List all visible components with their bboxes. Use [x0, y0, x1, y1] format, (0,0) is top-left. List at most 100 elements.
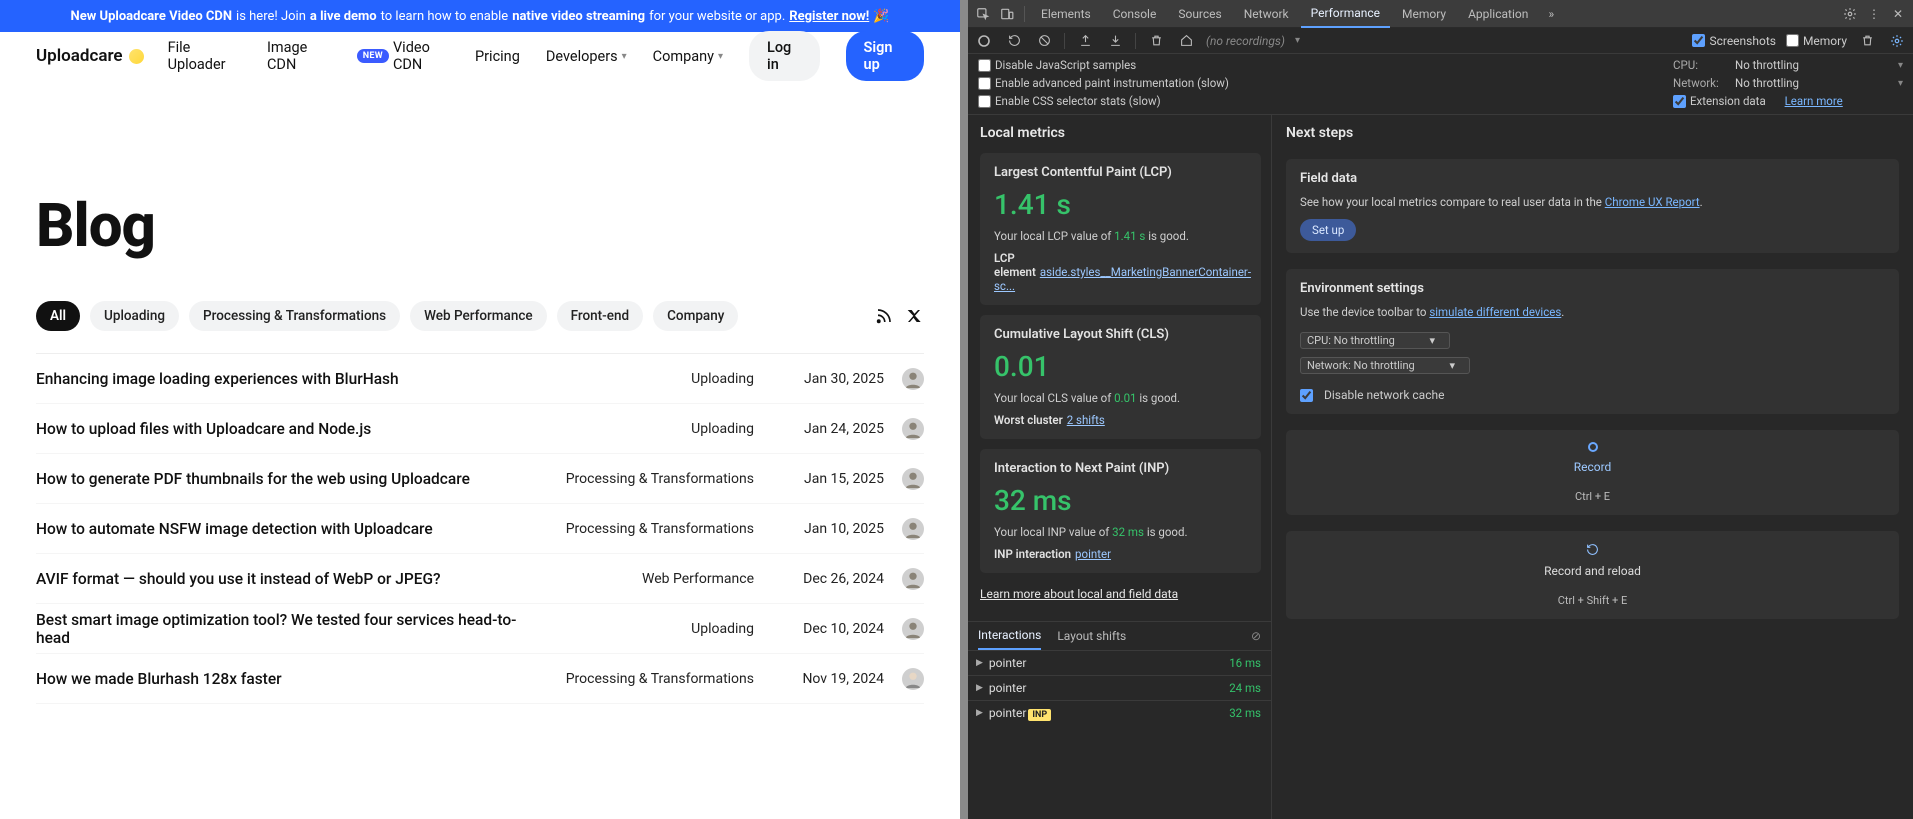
tab-network[interactable]: Network: [1234, 0, 1299, 28]
tag-frontend[interactable]: Front-end: [557, 301, 643, 331]
post-title: How to automate NSFW image detection wit…: [36, 520, 549, 538]
disable-cache-checkbox[interactable]: Disable network cache: [1300, 388, 1885, 402]
interaction-row[interactable]: ▶pointer24 ms: [968, 675, 1271, 700]
tab-console[interactable]: Console: [1103, 0, 1167, 28]
inp-value: 32 ms: [994, 484, 1247, 517]
tab-memory[interactable]: Memory: [1392, 0, 1456, 28]
site-header: Uploadcare File Uploader Image CDN NEW V…: [0, 32, 960, 80]
upload-icon[interactable]: [1075, 31, 1095, 51]
banner-text-4: to learn how to enable: [381, 9, 509, 24]
post-row[interactable]: Best smart image optimization tool? We t…: [36, 604, 924, 654]
post-row[interactable]: How to upload files with Uploadcare and …: [36, 404, 924, 454]
post-title: AVIF format — should you use it instead …: [36, 570, 549, 588]
author-avatar: [902, 368, 924, 390]
tag-all[interactable]: All: [36, 301, 80, 331]
nav-pricing[interactable]: Pricing: [475, 48, 520, 65]
lcp-name: Largest Contentful Paint (LCP): [994, 165, 1247, 180]
inp-interaction[interactable]: INP interactionpointer: [994, 547, 1247, 561]
banner-register-link[interactable]: Register now!: [789, 9, 869, 24]
extension-data-checkbox[interactable]: Extension data: [1673, 94, 1766, 108]
record-dot-icon: [1588, 442, 1598, 452]
device-toolbar-icon[interactable]: [996, 3, 1018, 25]
reload-icon[interactable]: [1004, 31, 1024, 51]
tag-webperf[interactable]: Web Performance: [410, 301, 547, 331]
home-icon[interactable]: [1176, 31, 1196, 51]
post-date: Dec 10, 2024: [774, 621, 884, 637]
post-row[interactable]: How we made Blurhash 128x faster Process…: [36, 654, 924, 704]
logo-dot-icon: [129, 49, 144, 64]
tag-uploading[interactable]: Uploading: [90, 301, 179, 331]
memory-checkbox[interactable]: Memory: [1786, 34, 1847, 48]
new-badge: NEW: [357, 49, 389, 63]
field-data-card: Field data See how your local metrics co…: [1286, 159, 1899, 253]
tab-application[interactable]: Application: [1458, 0, 1538, 28]
tag-processing[interactable]: Processing & Transformations: [189, 301, 400, 331]
tag-company[interactable]: Company: [653, 301, 738, 331]
promo-banner[interactable]: New Uploadcare Video CDN is here! Join a…: [0, 0, 960, 32]
tab-performance[interactable]: Performance: [1301, 0, 1390, 28]
tab-sources[interactable]: Sources: [1168, 0, 1231, 28]
post-row[interactable]: How to generate PDF thumbnails for the w…: [36, 454, 924, 504]
learn-more-link[interactable]: Learn more: [1785, 94, 1843, 108]
post-row[interactable]: AVIF format — should you use it instead …: [36, 554, 924, 604]
field-data-title: Field data: [1300, 171, 1885, 186]
close-icon[interactable]: ✕: [1887, 3, 1909, 25]
nav-video-cdn[interactable]: NEW Video CDN: [357, 39, 449, 73]
expand-icon: ▶: [976, 683, 983, 693]
nav-image-cdn[interactable]: Image CDN: [267, 39, 331, 73]
tab-interactions[interactable]: Interactions: [978, 622, 1041, 650]
disable-js-samples-checkbox[interactable]: Disable JavaScript samples: [978, 58, 1229, 72]
lcp-element[interactable]: LCP elementaside.styles__MarketingBanner…: [994, 251, 1247, 293]
post-date: Dec 26, 2024: [774, 571, 884, 587]
inspect-icon[interactable]: [972, 3, 994, 25]
clear-icon[interactable]: [1034, 31, 1054, 51]
network-throttling-select[interactable]: Network:No throttling▾: [1673, 76, 1903, 90]
cls-worst-cluster[interactable]: Worst cluster2 shifts: [994, 413, 1247, 427]
nav-company[interactable]: Company ▾: [653, 48, 723, 65]
enable-paint-checkbox[interactable]: Enable advanced paint instrumentation (s…: [978, 76, 1229, 90]
gc-icon[interactable]: [1857, 31, 1877, 51]
interaction-row[interactable]: ▶pointerINP32 ms: [968, 700, 1271, 725]
cpu-throttling-select[interactable]: CPU:No throttling▾: [1673, 58, 1903, 72]
banner-emoji: 🎉: [873, 9, 889, 24]
login-button[interactable]: Log in: [749, 31, 820, 81]
record-reload-card[interactable]: Record and reload Ctrl + Shift + E: [1286, 531, 1899, 619]
trash-icon[interactable]: [1146, 31, 1166, 51]
author-avatar: [902, 518, 924, 540]
interaction-row[interactable]: ▶pointer16 ms: [968, 650, 1271, 675]
crux-link[interactable]: Chrome UX Report: [1605, 195, 1700, 209]
tab-layout-shifts[interactable]: Layout shifts: [1057, 629, 1126, 643]
inp-desc: Your local INP value of 32 ms is good.: [994, 525, 1247, 539]
logo[interactable]: Uploadcare: [36, 46, 144, 66]
screenshots-checkbox[interactable]: Screenshots: [1692, 34, 1775, 48]
no-data-icon: ⊘: [1251, 629, 1261, 643]
download-icon[interactable]: [1105, 31, 1125, 51]
record-card[interactable]: Record Ctrl + E: [1286, 430, 1899, 515]
env-network-select[interactable]: Network: No throttling▾: [1300, 357, 1470, 374]
kebab-menu-icon[interactable]: ⋮: [1863, 3, 1885, 25]
toolbar-gear-icon[interactable]: [1887, 31, 1907, 51]
recordings-select[interactable]: (no recordings): [1206, 34, 1285, 48]
post-row[interactable]: How to automate NSFW image detection wit…: [36, 504, 924, 554]
simulate-devices-link[interactable]: simulate different devices: [1429, 305, 1561, 319]
lcp-value: 1.41 s: [994, 188, 1247, 221]
post-row[interactable]: Enhancing image loading experiences with…: [36, 354, 924, 404]
x-twitter-icon[interactable]: [904, 306, 924, 326]
enable-css-stats-checkbox[interactable]: Enable CSS selector stats (slow): [978, 94, 1229, 108]
nav-file-uploader[interactable]: File Uploader: [168, 39, 241, 73]
settings-gear-icon[interactable]: [1839, 3, 1861, 25]
cls-name: Cumulative Layout Shift (CLS): [994, 327, 1247, 342]
post-date: Jan 10, 2025: [774, 521, 884, 537]
nav-developers[interactable]: Developers ▾: [546, 48, 627, 65]
record-dot-icon[interactable]: [974, 31, 994, 51]
setup-button[interactable]: Set up: [1300, 219, 1356, 241]
devtools-pane: Elements Console Sources Network Perform…: [968, 0, 1913, 819]
tab-elements[interactable]: Elements: [1031, 0, 1101, 28]
rss-icon[interactable]: [874, 306, 894, 326]
main-nav: File Uploader Image CDN NEW Video CDN Pr…: [168, 31, 924, 81]
category-tags: All Uploading Processing & Transformatio…: [36, 301, 924, 331]
signup-button[interactable]: Sign up: [846, 31, 924, 81]
more-tabs-icon[interactable]: »: [1540, 3, 1562, 25]
learn-local-link[interactable]: Learn more about local and field data: [980, 587, 1261, 601]
env-cpu-select[interactable]: CPU: No throttling▾: [1300, 332, 1450, 349]
